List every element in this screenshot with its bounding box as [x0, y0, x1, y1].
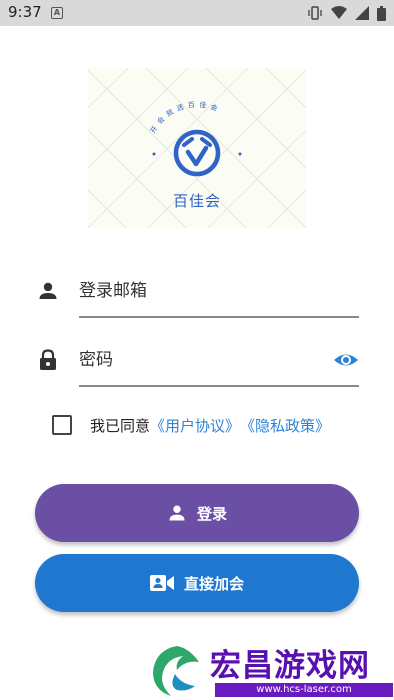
svg-text:开会就选百佳会: 开会就选百佳会	[149, 100, 223, 135]
agreement-checkbox[interactable]	[52, 415, 72, 435]
wifi-icon	[331, 6, 347, 19]
status-icons	[307, 5, 386, 21]
email-field	[36, 271, 359, 318]
vibrate-icon	[308, 6, 322, 20]
watermark: 宏昌游戏网 www.hcs-laser.com	[145, 640, 394, 700]
video-camera-icon	[149, 575, 174, 591]
dragon-logo-icon	[153, 646, 199, 696]
login-button[interactable]: 登录	[35, 484, 359, 542]
watermark-url: www.hcs-laser.com	[215, 683, 393, 697]
signal-icon	[355, 6, 369, 20]
lock-icon	[40, 349, 56, 370]
join-button-label: 直接加会	[183, 574, 244, 593]
notification-icon: A	[51, 7, 63, 19]
battery-icon	[377, 5, 386, 21]
email-underline	[79, 316, 359, 318]
password-input[interactable]	[79, 340, 319, 380]
agreement-prefix: 我已同意	[90, 416, 151, 435]
status-bar: 9:37 A	[0, 0, 394, 26]
app-logo: 开会就选百佳会 百佳会	[88, 68, 306, 228]
eye-icon[interactable]	[333, 348, 359, 372]
watermark-text: 宏昌游戏网	[210, 648, 370, 684]
password-underline	[79, 385, 359, 387]
password-field	[36, 340, 359, 387]
person-icon	[39, 282, 57, 299]
status-time: 9:37	[8, 3, 42, 21]
email-input[interactable]	[79, 271, 359, 311]
privacy-policy-link[interactable]: 《隐私政策》	[240, 415, 330, 436]
logo-arc-text: 开会就选百佳会	[149, 100, 219, 135]
user-agreement-link[interactable]: 《用户协议》	[150, 415, 240, 436]
login-screen: 9:37 A 开会就选百佳会 百佳会 登录邮箱 我已同意 《用户协议》 《隐私政…	[0, 0, 394, 700]
agreement-row: 我已同意 《用户协议》 《隐私政策》	[52, 414, 330, 436]
join-meeting-button[interactable]: 直接加会	[35, 554, 359, 612]
person-icon	[169, 505, 185, 521]
login-button-label: 登录	[196, 504, 227, 523]
logo-title: 百佳会	[172, 192, 221, 210]
